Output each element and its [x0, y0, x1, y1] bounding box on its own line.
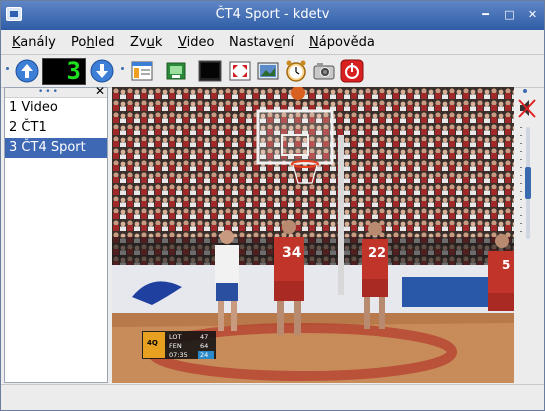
menu-sound-post: k: [154, 35, 163, 50]
menu-sound-accel: u: [146, 35, 155, 50]
menu-video-accel: V: [178, 35, 187, 50]
video-display[interactable]: 34 22 5 4Q LOT 47 FEN 64 07:35 24: [112, 87, 514, 383]
alarm-clock-icon[interactable]: [284, 59, 308, 83]
window-title: ČT4 Sport - kdetv: [215, 7, 330, 22]
toolbar: 3: [1, 55, 544, 88]
kdetv-window: ČT4 Sport - kdetv ━ □ ✕ Kanály Pohled Zv…: [0, 0, 545, 411]
channel-number-digit: 3: [66, 57, 81, 85]
channel-name: ČT1: [21, 120, 47, 135]
menu-settings-post: ní: [282, 35, 295, 50]
jersey-number-5: 5: [502, 258, 510, 272]
menu-video-post: ideo: [186, 35, 215, 50]
tv-guide-icon[interactable]: [164, 59, 188, 83]
channel-number: 1: [9, 100, 18, 115]
menu-settings[interactable]: Nastavení: [229, 35, 294, 50]
menu-view-post: led: [94, 35, 115, 50]
team-lot-score: 47: [200, 333, 208, 341]
mute-speaker-icon[interactable]: [517, 97, 537, 119]
volume-ticks: [520, 127, 522, 239]
maximize-icon[interactable]: □: [503, 8, 516, 21]
menu-settings-pre: Nastav: [229, 35, 275, 50]
channel-number: 3: [9, 140, 18, 155]
fullscreen-icon[interactable]: [228, 59, 252, 83]
channel-name: Video: [21, 100, 58, 115]
channel-number-display: 3: [42, 57, 86, 85]
snapshot-camera-icon[interactable]: [312, 59, 336, 83]
menu-channels[interactable]: Kanály: [12, 35, 56, 50]
menu-sound-pre: Zv: [130, 35, 147, 50]
menu-view-pre: Po: [71, 35, 87, 50]
channel-number: 2: [9, 120, 18, 135]
channel-list-panel: ••• ✕ 1 Video 2 ČT1 3 ČT4 Sport: [4, 85, 108, 383]
team-lot-label: LOT: [169, 333, 182, 341]
toolbar-grip-icon[interactable]: [6, 67, 9, 70]
channel-item-video[interactable]: 1 Video: [5, 98, 107, 118]
game-clock: 07:35: [169, 351, 188, 359]
status-bar: [1, 384, 544, 410]
period-label: 4Q: [147, 339, 158, 347]
menu-help-accel: N: [309, 35, 319, 50]
jersey-number-22: 22: [368, 246, 386, 261]
monitor-icon[interactable]: [198, 59, 222, 83]
menu-bar: Kanály Pohled Zvuk Video Nastavení Nápov…: [1, 30, 544, 55]
team-fen-label: FEN: [169, 342, 182, 350]
menu-sound[interactable]: Zvuk: [130, 35, 162, 50]
title-bar[interactable]: ČT4 Sport - kdetv ━ □ ✕: [1, 1, 544, 30]
picture-settings-icon[interactable]: [256, 59, 280, 83]
volume-panel: [514, 87, 544, 383]
channel-up-icon[interactable]: [15, 59, 39, 83]
minimize-icon[interactable]: ━: [479, 8, 492, 21]
toolbar-grip-2-icon[interactable]: [121, 67, 124, 70]
channel-item-ct1[interactable]: 2 ČT1: [5, 118, 107, 138]
volume-slider-handle[interactable]: [525, 167, 531, 199]
menu-help-post: ápověda: [318, 35, 375, 50]
panel-grip-icon[interactable]: •••: [38, 88, 60, 97]
channel-item-ct4-sport[interactable]: 3 ČT4 Sport: [5, 138, 107, 158]
panel-close-icon[interactable]: ✕: [95, 85, 105, 97]
channel-list-icon[interactable]: [130, 59, 154, 83]
menu-help[interactable]: Nápověda: [309, 35, 375, 50]
menu-channels-post: anály: [20, 35, 56, 50]
channel-down-icon[interactable]: [90, 59, 114, 83]
jersey-number-34: 34: [282, 245, 302, 261]
channel-list-header[interactable]: ••• ✕: [5, 85, 107, 98]
close-icon[interactable]: ✕: [526, 8, 539, 21]
channel-name: ČT4 Sport: [21, 140, 86, 155]
scoreboard-overlay: 4Q LOT 47 FEN 64 07:35 24: [142, 331, 216, 359]
volume-grip-icon[interactable]: [523, 89, 527, 93]
menu-view-accel: h: [86, 35, 95, 50]
menu-view[interactable]: Pohled: [71, 35, 114, 50]
menu-video[interactable]: Video: [178, 35, 214, 50]
shot-clock: 24: [200, 351, 208, 359]
team-fen-score: 64: [200, 342, 208, 350]
power-off-icon[interactable]: [340, 59, 364, 83]
basketball-broadcast-frame: 34 22 5 4Q LOT 47 FEN 64 07:35 24: [112, 87, 514, 383]
